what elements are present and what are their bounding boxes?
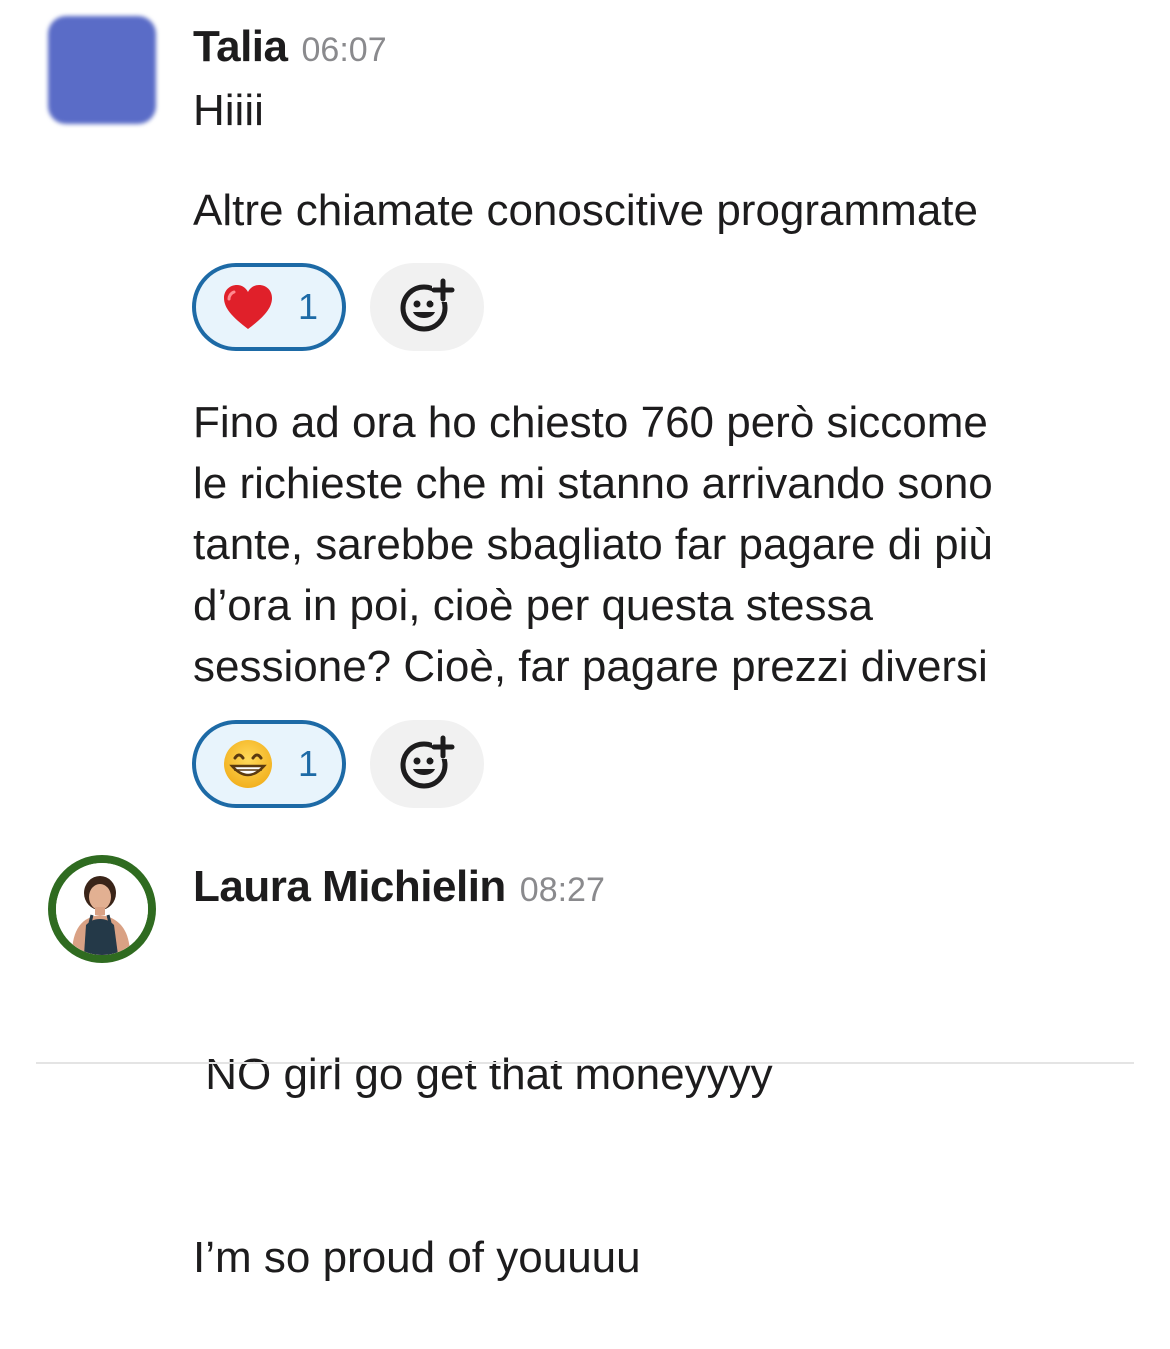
- message-text-long: Fino ad ora ho chiesto 760 però siccome …: [193, 392, 993, 697]
- avatar-laura[interactable]: [48, 855, 156, 963]
- message-divider: [36, 1062, 1134, 1064]
- message-text: Altre chiamate conoscitive programmate: [193, 186, 978, 235]
- message-line: I’m so proud of youuuu: [193, 1233, 641, 1282]
- reaction-count: 1: [298, 743, 319, 784]
- message-header-laura: Laura Michielin 08:27: [193, 862, 605, 912]
- message-line: sessione? Cioè, far pagare prezzi divers…: [193, 642, 988, 691]
- reaction-grin[interactable]: 1: [192, 720, 346, 808]
- reactions-bar: 1: [192, 720, 484, 808]
- add-reaction-icon: [398, 733, 456, 796]
- avatar-talia[interactable]: [48, 16, 156, 124]
- message-line: le richieste che mi stanno arrivando son…: [193, 459, 993, 508]
- message-time[interactable]: 06:07: [302, 31, 387, 70]
- add-reaction-button[interactable]: [370, 263, 484, 351]
- avatar-photo-inner: [56, 863, 148, 955]
- reaction-count: 1: [298, 286, 319, 327]
- message-line: tante, sarebbe sbagliato far pagare di p…: [193, 520, 993, 569]
- grin-emoji-icon: [222, 738, 274, 790]
- author-name[interactable]: Laura Michielin: [193, 862, 506, 912]
- reaction-heart[interactable]: 1: [192, 263, 346, 351]
- add-reaction-button[interactable]: [370, 720, 484, 808]
- add-reaction-icon: [398, 276, 456, 339]
- message-line: d’ora in poi, cioè per questa stessa: [193, 581, 873, 630]
- message-text-laura: NO girl go get that moneyyyy I’m so prou…: [193, 922, 773, 1349]
- message-line: NO girl go get that moneyyyy: [193, 1050, 773, 1099]
- reactions-bar: 1: [192, 263, 484, 351]
- message-time[interactable]: 08:27: [520, 871, 605, 910]
- message-header-talia: Talia 06:07: [193, 22, 387, 72]
- author-name[interactable]: Talia: [193, 22, 288, 72]
- message-text: Hiiii: [193, 86, 264, 135]
- message-line: Fino ad ora ho chiesto 760 però siccome: [193, 398, 988, 447]
- heart-emoji-icon: [222, 281, 274, 333]
